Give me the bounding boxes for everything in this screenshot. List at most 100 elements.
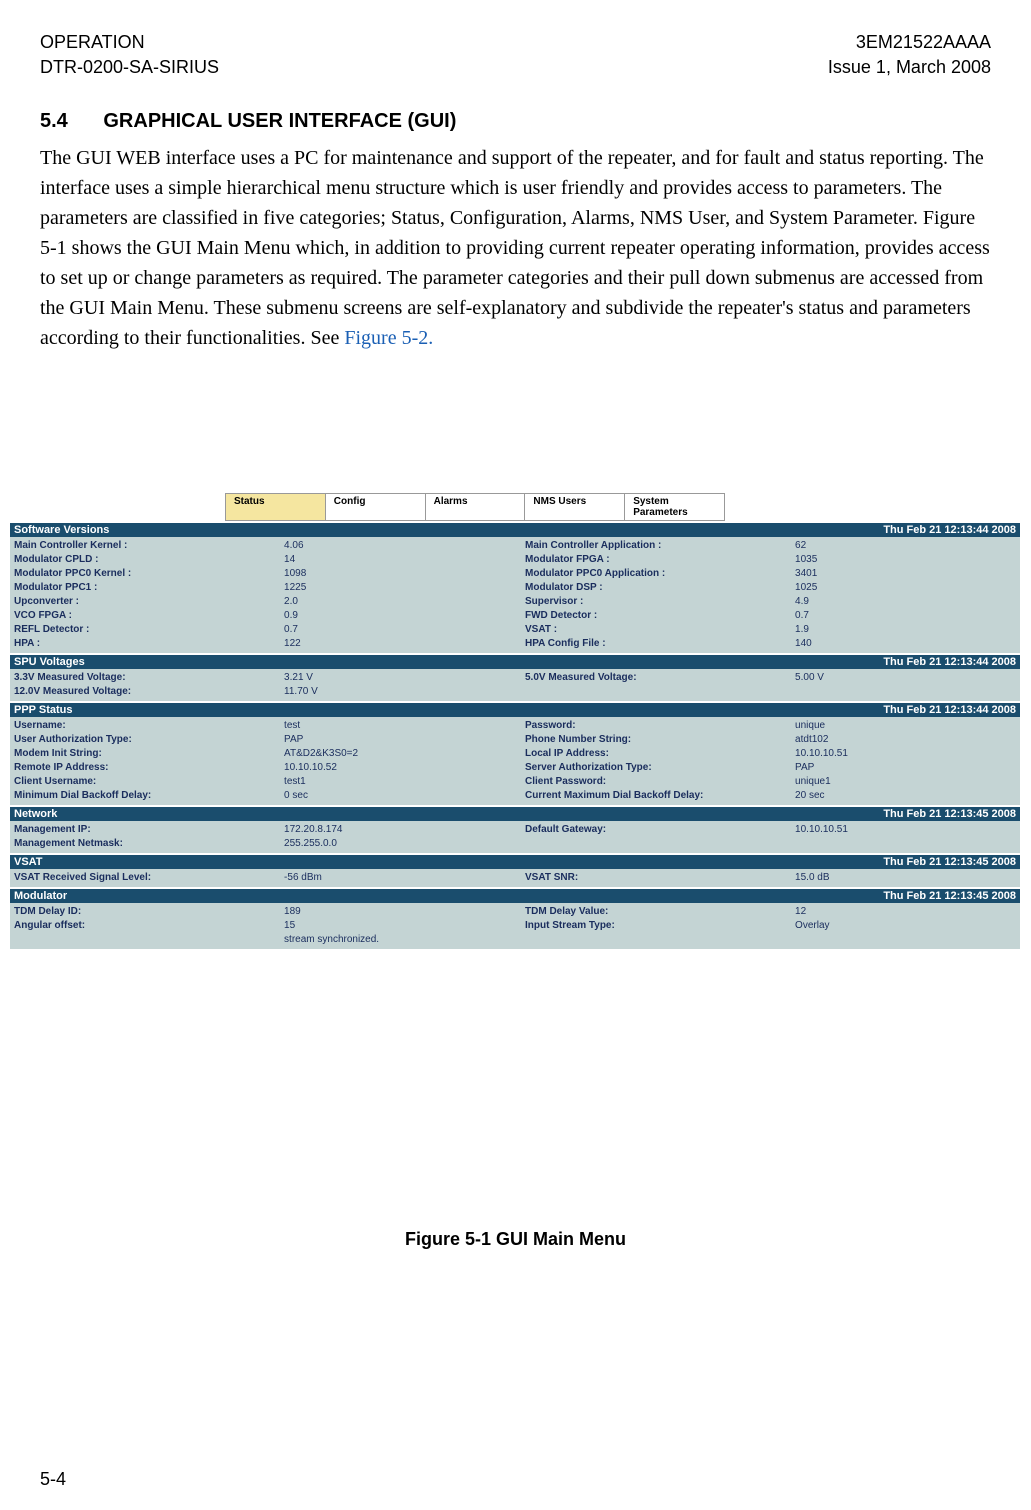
- data-value: 12: [795, 905, 1016, 919]
- tab-nms-users[interactable]: NMS Users: [525, 494, 625, 520]
- data-value: 4.06: [284, 539, 505, 553]
- data-row: VCO FPGA :0.9: [14, 609, 505, 623]
- data-row: VSAT SNR:15.0 dB: [525, 871, 1016, 885]
- data-row: VSAT Received Signal Level:-56 dBm: [14, 871, 505, 885]
- data-value: 0.7: [795, 609, 1016, 623]
- data-row: REFL Detector :0.7: [14, 623, 505, 637]
- data-label: TDM Delay Value:: [525, 905, 795, 919]
- data-row: Management IP:172.20.8.174: [14, 823, 505, 837]
- data-row: TDM Delay Value:12: [525, 905, 1016, 919]
- data-row: 3.3V Measured Voltage:3.21 V: [14, 671, 505, 685]
- data-label: VCO FPGA :: [14, 609, 284, 623]
- data-value: 10.10.10.51: [795, 823, 1016, 837]
- tabs-row: Status Config Alarms NMS Users System Pa…: [225, 493, 725, 521]
- panel-timestamp: Thu Feb 21 12:13:44 2008: [883, 704, 1016, 716]
- data-row: Upconverter :2.0: [14, 595, 505, 609]
- data-label: 12.0V Measured Voltage:: [14, 685, 284, 699]
- figure-link[interactable]: Figure 5-2.: [344, 327, 433, 349]
- data-value: 62: [795, 539, 1016, 553]
- panel-title: Network: [14, 808, 57, 820]
- page-number: 5-4: [40, 1469, 66, 1490]
- data-row: Modulator PPC1 :1225: [14, 581, 505, 595]
- panel-body-network: Management IP:172.20.8.174Management Net…: [10, 821, 1020, 853]
- panel-body-vsat: VSAT Received Signal Level:-56 dBm VSAT S…: [10, 869, 1020, 887]
- data-row: Input Stream Type:Overlay: [525, 919, 1016, 933]
- body-paragraph: The GUI WEB interface uses a PC for main…: [40, 143, 991, 353]
- panel-body-software_versions: Main Controller Kernel :4.06Modulator CP…: [10, 537, 1020, 653]
- gui-screenshot: Status Config Alarms NMS Users System Pa…: [10, 493, 1020, 949]
- data-row: TDM Delay ID:189: [14, 905, 505, 919]
- panel-header-ppp_status: PPP Status Thu Feb 21 12:13:44 2008: [10, 703, 1020, 717]
- header-issue: Issue 1, March 2008: [828, 55, 991, 80]
- data-value: test: [284, 719, 505, 733]
- data-label: TDM Delay ID:: [14, 905, 284, 919]
- data-value: 14: [284, 553, 505, 567]
- data-label: REFL Detector :: [14, 623, 284, 637]
- data-row: Supervisor :4.9: [525, 595, 1016, 609]
- data-value: 15.0 dB: [795, 871, 1016, 885]
- data-row: Password:unique: [525, 719, 1016, 733]
- data-label: HPA :: [14, 637, 284, 651]
- data-value: atdt102: [795, 733, 1016, 747]
- panel-header-network: NetworkThu Feb 21 12:13:45 2008: [10, 807, 1020, 821]
- data-label: Minimum Dial Backoff Delay:: [14, 789, 284, 803]
- data-row: Server Authorization Type:PAP: [525, 761, 1016, 775]
- data-label: Main Controller Kernel :: [14, 539, 284, 553]
- header-doc-id: DTR-0200-SA-SIRIUS: [40, 55, 219, 80]
- data-value: 4.9: [795, 595, 1016, 609]
- data-label: 5.0V Measured Voltage:: [525, 671, 795, 685]
- data-row: 5.0V Measured Voltage:5.00 V: [525, 671, 1016, 685]
- data-row: Modulator FPGA :1035: [525, 553, 1016, 567]
- data-value: unique: [795, 719, 1016, 733]
- data-label: Modulator FPGA :: [525, 553, 795, 567]
- data-value: 1098: [284, 567, 505, 581]
- section-title: GRAPHICAL USER INTERFACE (GUI): [103, 110, 456, 132]
- panel-timestamp: Thu Feb 21 12:13:45 2008: [883, 856, 1016, 868]
- tab-status[interactable]: Status: [226, 494, 326, 520]
- data-row: Current Maximum Dial Backoff Delay:20 se…: [525, 789, 1016, 803]
- data-row: Username:test: [14, 719, 505, 733]
- data-value: PAP: [795, 761, 1016, 775]
- panel-timestamp: Thu Feb 21 12:13:44 2008: [883, 656, 1016, 668]
- data-row: Modulator DSP :1025: [525, 581, 1016, 595]
- header-left: OPERATION DTR-0200-SA-SIRIUS: [40, 30, 219, 80]
- data-label: 3.3V Measured Voltage:: [14, 671, 284, 685]
- data-row: stream synchronized.: [14, 933, 505, 947]
- data-label: Upconverter :: [14, 595, 284, 609]
- data-value: 189: [284, 905, 505, 919]
- data-label: Input Stream Type:: [525, 919, 795, 933]
- data-label: VSAT Received Signal Level:: [14, 871, 284, 885]
- data-row: Remote IP Address:10.10.10.52: [14, 761, 505, 775]
- panel-body-modulator: TDM Delay ID:189Angular offset:15stream …: [10, 903, 1020, 949]
- data-value: -56 dBm: [284, 871, 505, 885]
- data-value: 140: [795, 637, 1016, 651]
- data-value: 3.21 V: [284, 671, 505, 685]
- panel-title: PPP Status: [14, 704, 73, 716]
- header-right: 3EM21522AAAA Issue 1, March 2008: [828, 30, 991, 80]
- data-value: 3401: [795, 567, 1016, 581]
- section-heading: 5.4 GRAPHICAL USER INTERFACE (GUI): [40, 110, 991, 133]
- tab-system-parameters[interactable]: System Parameters: [625, 494, 724, 520]
- data-value: 20 sec: [795, 789, 1016, 803]
- data-label: Client Username:: [14, 775, 284, 789]
- data-row: Default Gateway:10.10.10.51: [525, 823, 1016, 837]
- tab-config[interactable]: Config: [326, 494, 426, 520]
- data-label: FWD Detector :: [525, 609, 795, 623]
- data-value: 255.255.0.0: [284, 837, 505, 851]
- data-label: VSAT SNR:: [525, 871, 795, 885]
- data-label: [14, 933, 284, 947]
- data-label: VSAT :: [525, 623, 795, 637]
- data-value: test1: [284, 775, 505, 789]
- data-value: 172.20.8.174: [284, 823, 505, 837]
- data-row: Client Password:unique1: [525, 775, 1016, 789]
- data-label: Main Controller Application :: [525, 539, 795, 553]
- page-header: OPERATION DTR-0200-SA-SIRIUS 3EM21522AAA…: [40, 30, 991, 80]
- panel-timestamp: Thu Feb 21 12:13:44 2008: [883, 524, 1016, 536]
- data-row: Client Username:test1: [14, 775, 505, 789]
- panel-header-software_versions: Software VersionsThu Feb 21 12:13:44 200…: [10, 523, 1020, 537]
- data-label: Username:: [14, 719, 284, 733]
- data-label: Supervisor :: [525, 595, 795, 609]
- tab-alarms[interactable]: Alarms: [426, 494, 526, 520]
- data-row: Main Controller Application :62: [525, 539, 1016, 553]
- data-label: Remote IP Address:: [14, 761, 284, 775]
